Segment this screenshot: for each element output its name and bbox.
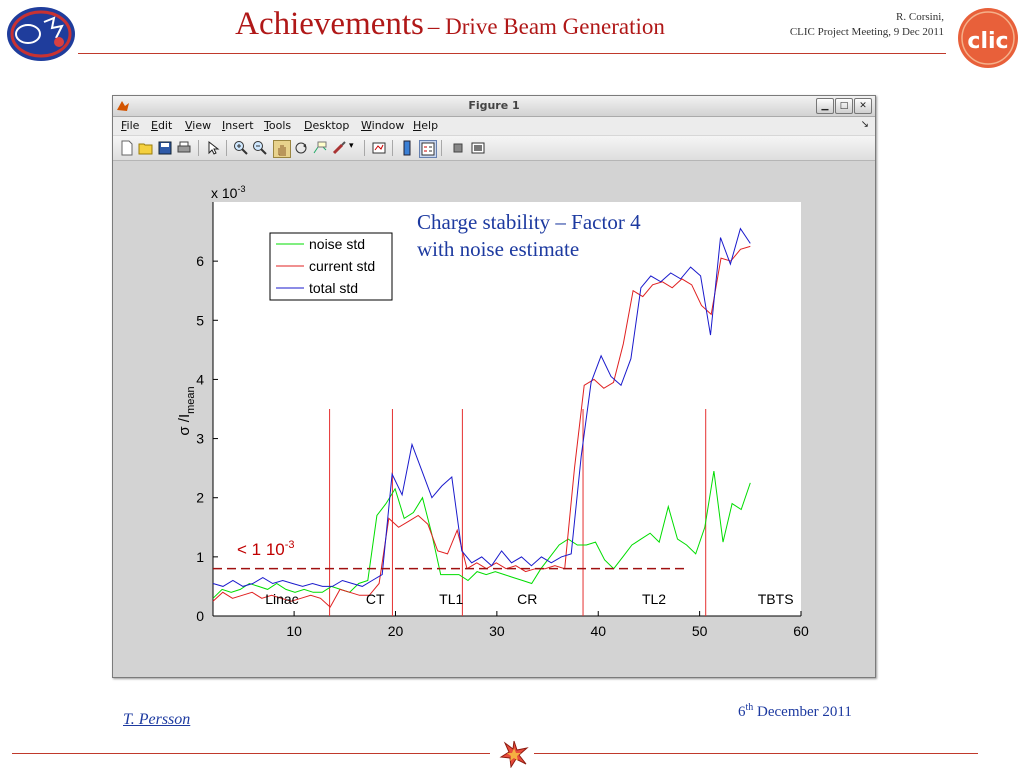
menu-edit[interactable]: Edit xyxy=(151,119,172,132)
y-tick-label: 3 xyxy=(196,431,204,447)
print-icon[interactable] xyxy=(176,140,192,156)
clic-logo-text: clic xyxy=(967,29,1008,54)
y-exponent-label: x 10-3 xyxy=(211,184,245,201)
colorbar-icon[interactable] xyxy=(399,140,415,156)
annotation-line-1: Charge stability – Factor 4 xyxy=(417,210,641,234)
menu-file[interactable]: File xyxy=(121,119,139,132)
x-tick-label: 10 xyxy=(286,623,302,639)
minimize-button[interactable]: ▁ xyxy=(816,98,834,114)
zoom-out-icon[interactable] xyxy=(252,140,268,156)
close-button[interactable]: ✕ xyxy=(854,98,872,114)
menu-bar: File Edit View Insert Tools Desktop Wind… xyxy=(113,117,875,135)
minimize-icon: ▁ xyxy=(821,101,829,111)
pan-icon[interactable] xyxy=(273,140,291,158)
slide-title-main: Achievements xyxy=(235,6,424,42)
window-titlebar[interactable]: Figure 1 ▁ □ ✕ xyxy=(113,96,875,117)
header-rule xyxy=(78,53,946,54)
clic-logo: clic xyxy=(958,8,1018,68)
meta-event: CLIC Project Meeting, 9 Dec 2011 xyxy=(789,26,944,38)
legend-label-current-std: current std xyxy=(309,258,375,274)
menu-insert[interactable]: Insert xyxy=(222,119,254,132)
x-tick-label: 50 xyxy=(692,623,708,639)
section-label-ct: CT xyxy=(366,591,385,607)
y-tick-label: 6 xyxy=(196,253,204,269)
figure-canvas: 10 20 30 40 50 60 0 1 2 3 4 5 6 Linac CT TL1 CR TL2 TBTS … xyxy=(113,161,875,677)
menu-window[interactable]: Window xyxy=(361,119,404,132)
data-cursor-icon[interactable] xyxy=(312,140,328,156)
close-icon: ✕ xyxy=(859,101,867,111)
section-label-cr: CR xyxy=(517,591,537,607)
link-plot-icon[interactable] xyxy=(371,140,387,156)
slide-title: Achievements – Drive Beam Generation xyxy=(140,6,760,43)
new-figure-icon[interactable] xyxy=(119,140,135,156)
section-label-tbts: TBTS xyxy=(758,591,794,607)
slide-meta: R. Corsini, CLIC Project Meeting, 9 Dec … xyxy=(790,10,944,40)
menu-desktop[interactable]: Desktop xyxy=(304,119,349,132)
figure-toolbar: ▾ xyxy=(113,136,875,161)
meta-author: R. Corsini, xyxy=(896,11,944,23)
x-tick-label: 40 xyxy=(590,623,606,639)
brush-dropdown-icon[interactable]: ▾ xyxy=(349,141,354,151)
footer-rule-left xyxy=(12,753,490,754)
annotation-line-2: with noise estimate xyxy=(417,237,579,261)
dock-arrow-icon[interactable]: ↘ xyxy=(861,119,869,130)
y-tick-label: 0 xyxy=(196,608,204,624)
legend-label-noise-std: noise std xyxy=(309,236,365,252)
pointer-icon[interactable] xyxy=(205,140,221,156)
open-file-icon[interactable] xyxy=(138,140,154,156)
save-icon[interactable] xyxy=(157,140,173,156)
x-tick-label: 60 xyxy=(793,623,809,639)
y-tick-label: 5 xyxy=(196,312,204,328)
maximize-button[interactable]: □ xyxy=(835,98,853,114)
y-axis-label: σ /Imean xyxy=(176,386,197,435)
ctf3-logo xyxy=(7,7,75,61)
x-tick-label: 20 xyxy=(388,623,404,639)
presenter-link[interactable]: T. Persson xyxy=(123,711,190,729)
y-tick-label: 1 xyxy=(196,549,204,565)
y-tick-label: 2 xyxy=(196,490,204,506)
star-icon xyxy=(499,740,529,768)
legend: noise std current std total std xyxy=(269,232,393,301)
maximize-icon: □ xyxy=(839,101,849,111)
y-tick-label: 4 xyxy=(196,371,204,387)
legend-icon[interactable] xyxy=(419,140,437,158)
hide-plot-tools-icon[interactable] xyxy=(450,140,466,156)
section-label-linac: Linac xyxy=(265,591,298,607)
section-label-tl2: TL2 xyxy=(642,591,666,607)
show-plot-tools-icon[interactable] xyxy=(470,140,486,156)
section-label-tl1: TL1 xyxy=(439,591,463,607)
x-tick-label: 30 xyxy=(489,623,505,639)
zoom-in-icon[interactable] xyxy=(233,140,249,156)
legend-label-total-std: total std xyxy=(309,280,358,296)
menu-tools[interactable]: Tools xyxy=(264,119,291,132)
brush-icon[interactable] xyxy=(331,140,347,156)
presentation-date: 6th December 2011 xyxy=(738,702,852,720)
rotate-icon[interactable] xyxy=(293,140,309,156)
window-title: Figure 1 xyxy=(468,99,520,112)
footer-rule-right xyxy=(534,753,978,754)
slide-title-sub: – Drive Beam Generation xyxy=(427,14,665,39)
charge-stability-chart: 10 20 30 40 50 600123456 Linac CT TL1 CR TL2 TBTS … xyxy=(176,184,809,639)
menu-help[interactable]: Help xyxy=(413,119,438,132)
figure-window: Figure 1 ▁ □ ✕ File Edit View Insert Too… xyxy=(112,95,876,678)
menu-view[interactable]: View xyxy=(185,119,211,132)
